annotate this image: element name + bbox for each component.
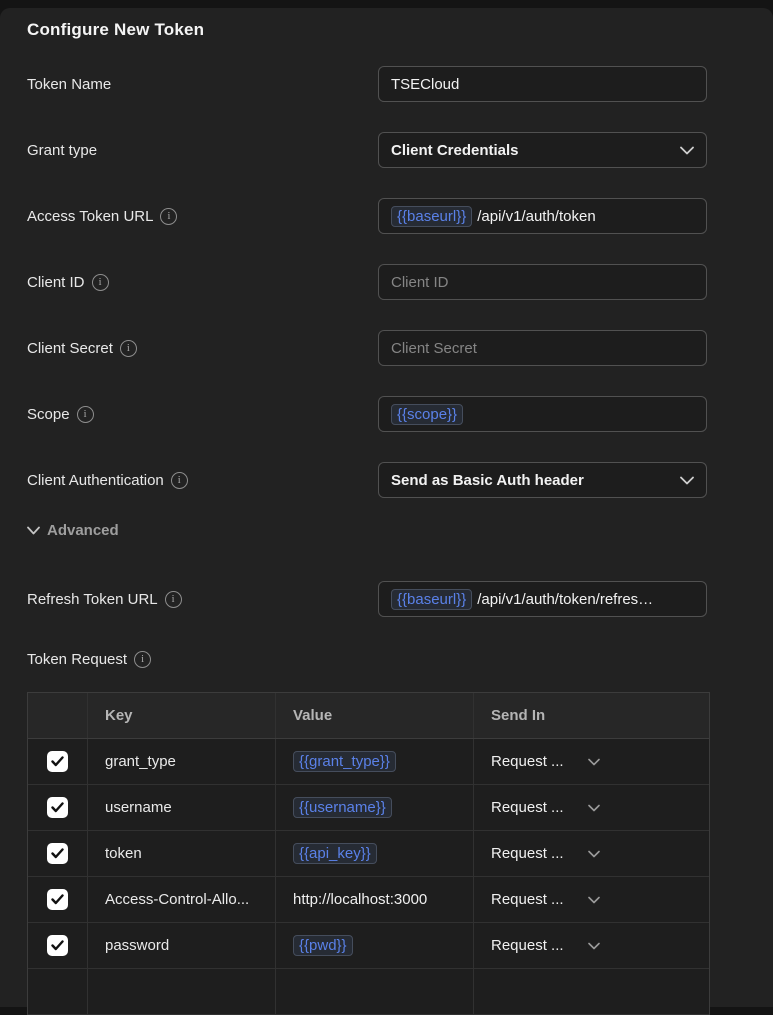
grant-type-value: Client Credentials [391,142,519,159]
check-icon [51,940,64,951]
value-cell[interactable]: http://localhost:3000 [276,877,474,922]
scope-label: Scope i [27,406,94,423]
scope-row: Scope i {{scope}} [27,396,707,432]
grant-type-row: Grant type Client Credentials [27,132,707,168]
header-key: Key [88,693,276,738]
refresh-token-url-label: Refresh Token URL i [27,591,182,608]
client-secret-row: Client Secret i [27,330,707,366]
send-in-select[interactable]: Request ... [491,937,600,954]
variable-pill: {{scope}} [391,404,463,425]
chevron-down-icon [588,896,600,904]
client-authentication-value: Send as Basic Auth header [391,472,584,489]
table-row-empty [28,969,709,1015]
table-header-row: Key Value Send In [28,693,709,739]
value-cell[interactable]: {{username}} [276,785,474,830]
variable-pill: {{username}} [293,797,392,818]
token-name-label: Token Name [27,76,111,93]
access-token-url-input[interactable]: {{baseurl}} /api/v1/auth/token [378,198,707,234]
value-cell[interactable]: {{grant_type}} [276,739,474,784]
send-in-select[interactable]: Request ... [491,845,600,862]
row-checkbox[interactable] [47,889,68,910]
table-row: grant_type {{grant_type}} Request ... [28,739,709,785]
chevron-down-icon [27,526,40,535]
variable-pill: {{api_key}} [293,843,377,864]
refresh-token-url-row: Refresh Token URL i {{baseurl}} /api/v1/… [27,581,707,617]
info-icon[interactable]: i [160,208,177,225]
token-name-input[interactable] [378,66,707,102]
client-authentication-row: Client Authentication i Send as Basic Au… [27,462,707,498]
access-token-url-row: Access Token URL i {{baseurl}} /api/v1/a… [27,198,707,234]
info-icon[interactable]: i [165,591,182,608]
variable-pill: {{baseurl}} [391,589,472,610]
header-checkbox-cell [28,693,88,738]
client-id-row: Client ID i [27,264,707,300]
variable-pill: {{baseurl}} [391,206,472,227]
table-row: username {{username}} Request ... [28,785,709,831]
send-in-select[interactable]: Request ... [491,799,600,816]
access-token-url-label: Access Token URL i [27,208,177,225]
chevron-down-icon [680,146,694,155]
info-icon[interactable]: i [171,472,188,489]
send-in-select[interactable]: Request ... [491,891,600,908]
token-request-label-row: Token Request i [27,650,707,669]
scope-input[interactable]: {{scope}} [378,396,707,432]
chevron-down-icon [588,758,600,766]
client-id-label: Client ID i [27,274,109,291]
row-checkbox[interactable] [47,935,68,956]
info-icon[interactable]: i [134,651,151,668]
row-checkbox[interactable] [47,843,68,864]
advanced-section-toggle[interactable]: Advanced [27,521,137,540]
client-id-input[interactable] [378,264,707,300]
check-icon [51,802,64,813]
empty-checkbox-cell[interactable] [28,969,88,1014]
table-row: token {{api_key}} Request ... [28,831,709,877]
key-cell[interactable]: Access-Control-Allo... [88,877,276,922]
token-request-table: Key Value Send In grant_type {{grant_typ… [27,692,710,1015]
key-cell[interactable]: token [88,831,276,876]
check-icon [51,894,64,905]
chevron-down-icon [588,850,600,858]
value-cell[interactable]: {{pwd}} [276,923,474,968]
check-icon [51,756,64,767]
row-checkbox[interactable] [47,751,68,772]
client-authentication-select[interactable]: Send as Basic Auth header [378,462,707,498]
send-in-cell[interactable] [474,969,709,1014]
check-icon [51,848,64,859]
table-row: password {{pwd}} Request ... [28,923,709,969]
send-in-select[interactable]: Request ... [491,753,600,770]
token-request-label: Token Request [27,651,127,668]
grant-type-label: Grant type [27,142,97,159]
chevron-down-icon [588,804,600,812]
chevron-down-icon [680,476,694,485]
info-icon[interactable]: i [120,340,137,357]
page-title: Configure New Token [27,20,707,40]
value-cell[interactable]: {{api_key}} [276,831,474,876]
variable-pill: {{pwd}} [293,935,353,956]
variable-pill: {{grant_type}} [293,751,396,772]
key-cell[interactable] [88,969,276,1014]
client-secret-label: Client Secret i [27,340,137,357]
refresh-token-url-input[interactable]: {{baseurl}} /api/v1/auth/token/refres… [378,581,707,617]
table-row: Access-Control-Allo... http://localhost:… [28,877,709,923]
header-value: Value [276,693,474,738]
client-secret-input[interactable] [378,330,707,366]
key-cell[interactable]: grant_type [88,739,276,784]
token-name-row: Token Name [27,66,707,102]
url-path-text: /api/v1/auth/token [477,208,595,225]
configure-token-panel: Configure New Token Token Name Grant typ… [0,8,773,1007]
info-icon[interactable]: i [77,406,94,423]
url-path-text: /api/v1/auth/token/refres… [477,591,653,608]
key-cell[interactable]: username [88,785,276,830]
row-checkbox[interactable] [47,797,68,818]
advanced-label: Advanced [47,522,119,539]
value-cell[interactable] [276,969,474,1014]
key-cell[interactable]: password [88,923,276,968]
info-icon[interactable]: i [92,274,109,291]
client-authentication-label: Client Authentication i [27,472,188,489]
header-send-in: Send In [474,693,709,738]
chevron-down-icon [588,942,600,950]
grant-type-select[interactable]: Client Credentials [378,132,707,168]
